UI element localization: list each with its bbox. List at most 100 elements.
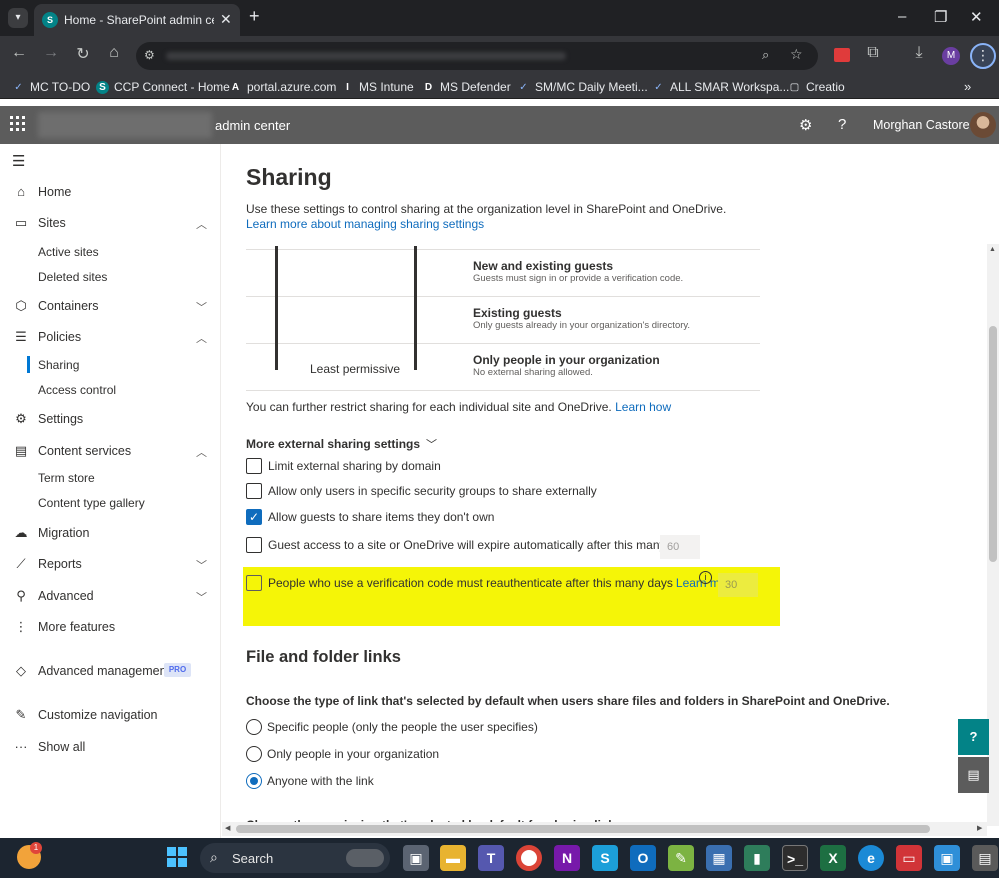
snipping-tool-icon[interactable]: ▭ xyxy=(896,845,922,871)
bookmark-item[interactable]: I MS Intune xyxy=(341,80,414,94)
close-tab-icon[interactable]: ✕ xyxy=(220,11,232,28)
bookmark-star-icon[interactable]: ☆ xyxy=(790,46,803,63)
learn-how-link[interactable]: Learn how xyxy=(615,400,671,414)
restore-icon[interactable]: ❐ xyxy=(934,8,947,26)
tab-search-chevron-icon[interactable]: ▾ xyxy=(8,8,28,28)
nav-item-show-all[interactable]: ··· Show all xyxy=(12,739,86,754)
link-type-org[interactable]: Only people in your organization xyxy=(246,746,439,762)
bookmark-item[interactable]: ✓ SM/MC Daily Meeti... xyxy=(517,80,647,94)
notepad-icon[interactable]: ✎ xyxy=(668,845,694,871)
reload-icon[interactable]: ↻ xyxy=(72,44,94,64)
nav-item-home[interactable]: ⌂ Home xyxy=(12,184,71,199)
nav-item-active-sites[interactable]: Active sites xyxy=(38,245,99,259)
nav-item-deleted-sites[interactable]: Deleted sites xyxy=(38,270,107,284)
scroll-up-arrow-icon[interactable]: ▲ xyxy=(989,246,996,253)
vertical-scroll-thumb[interactable] xyxy=(989,326,997,562)
site-info-icon[interactable]: ⚙ xyxy=(144,48,155,62)
minimize-icon[interactable]: – xyxy=(898,8,906,25)
guest-expire-days-input[interactable]: 60 xyxy=(660,535,700,559)
remote-desktop-icon[interactable]: ▣ xyxy=(934,845,960,871)
nav-item-sites[interactable]: ▭ Sites xyxy=(12,215,66,231)
terminal-icon[interactable]: >_ xyxy=(782,845,808,871)
nav-item-customize-navigation[interactable]: ✎ Customize navigation xyxy=(12,707,158,723)
task-view-icon[interactable]: ▣ xyxy=(403,845,429,871)
bookmark-item[interactable]: ✓ ALL SMAR Workspa... xyxy=(652,80,789,94)
limit-domain-checkbox[interactable] xyxy=(246,458,262,474)
bookmark-item[interactable]: Aportal.azure.com xyxy=(229,80,337,94)
extensions-icon[interactable]: ⧉ xyxy=(862,44,884,62)
link-type-specific[interactable]: Specific people (only the people the use… xyxy=(246,719,538,735)
teams-icon[interactable]: T xyxy=(478,845,504,871)
learn-more-sharing-link[interactable]: Learn more about managing sharing settin… xyxy=(246,217,484,231)
bookmark-item[interactable]: D MS Defender xyxy=(422,80,511,94)
download-icon[interactable]: ⤓ xyxy=(908,44,930,62)
nav-item-content-type-gallery[interactable]: Content type gallery xyxy=(38,496,145,510)
guest-expire-option[interactable]: Guest access to a site or OneDrive will … xyxy=(246,537,694,553)
guest-expire-checkbox[interactable] xyxy=(246,537,262,553)
edge-icon[interactable]: e xyxy=(858,845,884,871)
address-bar[interactable]: ⚙ ⌕ ☆ xyxy=(136,42,818,70)
sharepoint-slider-track[interactable] xyxy=(275,246,278,370)
radio-button[interactable] xyxy=(246,746,262,762)
zoom-icon[interactable]: ⌕ xyxy=(762,47,769,63)
chevron-up-icon[interactable]: ︿ xyxy=(196,216,207,232)
chrome-menu-icon[interactable]: ⋮ xyxy=(970,43,996,69)
bookmark-item[interactable]: ✓ MC TO-DO xyxy=(12,80,90,94)
reauth-days-input[interactable]: 30 xyxy=(718,573,758,597)
browser-tab[interactable]: S Home - SharePoint admin cent ✕ xyxy=(34,4,240,36)
chevron-up-icon[interactable]: ︿ xyxy=(196,444,207,460)
chevron-down-icon[interactable]: ﹀ xyxy=(196,589,207,605)
chevron-down-icon[interactable]: ﹀ xyxy=(196,557,207,573)
help-icon[interactable]: ? xyxy=(838,116,846,133)
hamburger-menu-icon[interactable]: ☰ xyxy=(12,152,25,170)
feedback-button[interactable]: ▤ xyxy=(958,757,989,793)
taskbar-search-box[interactable]: ⌕ Search xyxy=(200,843,390,873)
security-groups-checkbox[interactable] xyxy=(246,483,262,499)
user-name[interactable]: Morghan Castore... xyxy=(873,118,980,132)
nav-item-term-store[interactable]: Term store xyxy=(38,471,95,485)
profile-avatar[interactable]: M xyxy=(942,47,960,65)
chrome-icon[interactable] xyxy=(516,845,542,871)
chevron-up-icon[interactable]: ︿ xyxy=(196,330,207,346)
reauth-option[interactable]: People who use a verification code must … xyxy=(246,575,737,591)
forward-icon[interactable]: → xyxy=(40,44,62,62)
link-type-anyone[interactable]: Anyone with the link xyxy=(246,773,374,789)
extension-lastpass-icon[interactable] xyxy=(834,48,850,62)
app-launcher-icon[interactable] xyxy=(10,116,26,132)
app-grid-icon[interactable]: ▦ xyxy=(706,845,732,871)
nav-item-settings[interactable]: ⚙ Settings xyxy=(12,411,83,427)
info-icon[interactable]: i xyxy=(699,571,712,584)
settings-gear-icon[interactable]: ⚙ xyxy=(799,116,812,134)
nav-item-access-control[interactable]: Access control xyxy=(38,383,116,397)
outlook-icon[interactable]: O xyxy=(630,845,656,871)
bookmark-item[interactable]: S CCP Connect - Home xyxy=(96,80,230,94)
nav-item-reports[interactable]: ⟋ Reports xyxy=(12,556,81,572)
security-groups-option[interactable]: Allow only users in specific security gr… xyxy=(246,483,597,499)
app-icon[interactable]: ▤ xyxy=(972,845,998,871)
excel-icon[interactable]: X xyxy=(820,845,846,871)
chevron-down-icon[interactable]: ﹀ xyxy=(196,299,207,315)
app-icon[interactable]: ▮ xyxy=(744,845,770,871)
window-close-icon[interactable]: ✕ xyxy=(970,8,983,26)
nav-item-advanced-management[interactable]: ◇ Advanced management xyxy=(12,663,170,679)
radio-button-selected[interactable] xyxy=(246,773,262,789)
nav-item-more-features[interactable]: ⋮ More features xyxy=(12,619,116,635)
file-explorer-icon[interactable]: ▬ xyxy=(440,845,466,871)
limit-domain-option[interactable]: Limit external sharing by domain xyxy=(246,458,441,474)
radio-button[interactable] xyxy=(246,719,262,735)
onenote-icon[interactable]: N xyxy=(554,845,580,871)
nav-item-policies[interactable]: ☰ Policies xyxy=(12,329,81,345)
reauth-checkbox[interactable] xyxy=(246,575,262,591)
back-icon[interactable]: ← xyxy=(8,44,30,62)
new-tab-button[interactable]: + xyxy=(249,6,260,27)
nav-item-sharing[interactable]: Sharing xyxy=(38,358,79,372)
onedrive-slider-track[interactable] xyxy=(414,246,417,370)
nav-item-content-services[interactable]: ▤ Content services xyxy=(12,443,131,459)
more-bookmarks-chevron-icon[interactable]: » xyxy=(964,79,971,94)
nav-item-advanced[interactable]: ⚲ Advanced xyxy=(12,588,93,604)
scroll-right-arrow-icon[interactable]: ▶ xyxy=(977,824,982,832)
windows-start-icon[interactable] xyxy=(167,847,187,867)
horizontal-scroll-thumb[interactable] xyxy=(236,825,930,833)
more-external-sharing-toggle[interactable]: More external sharing settings ﹀ xyxy=(246,436,437,452)
home-icon[interactable]: ⌂ xyxy=(103,44,125,62)
